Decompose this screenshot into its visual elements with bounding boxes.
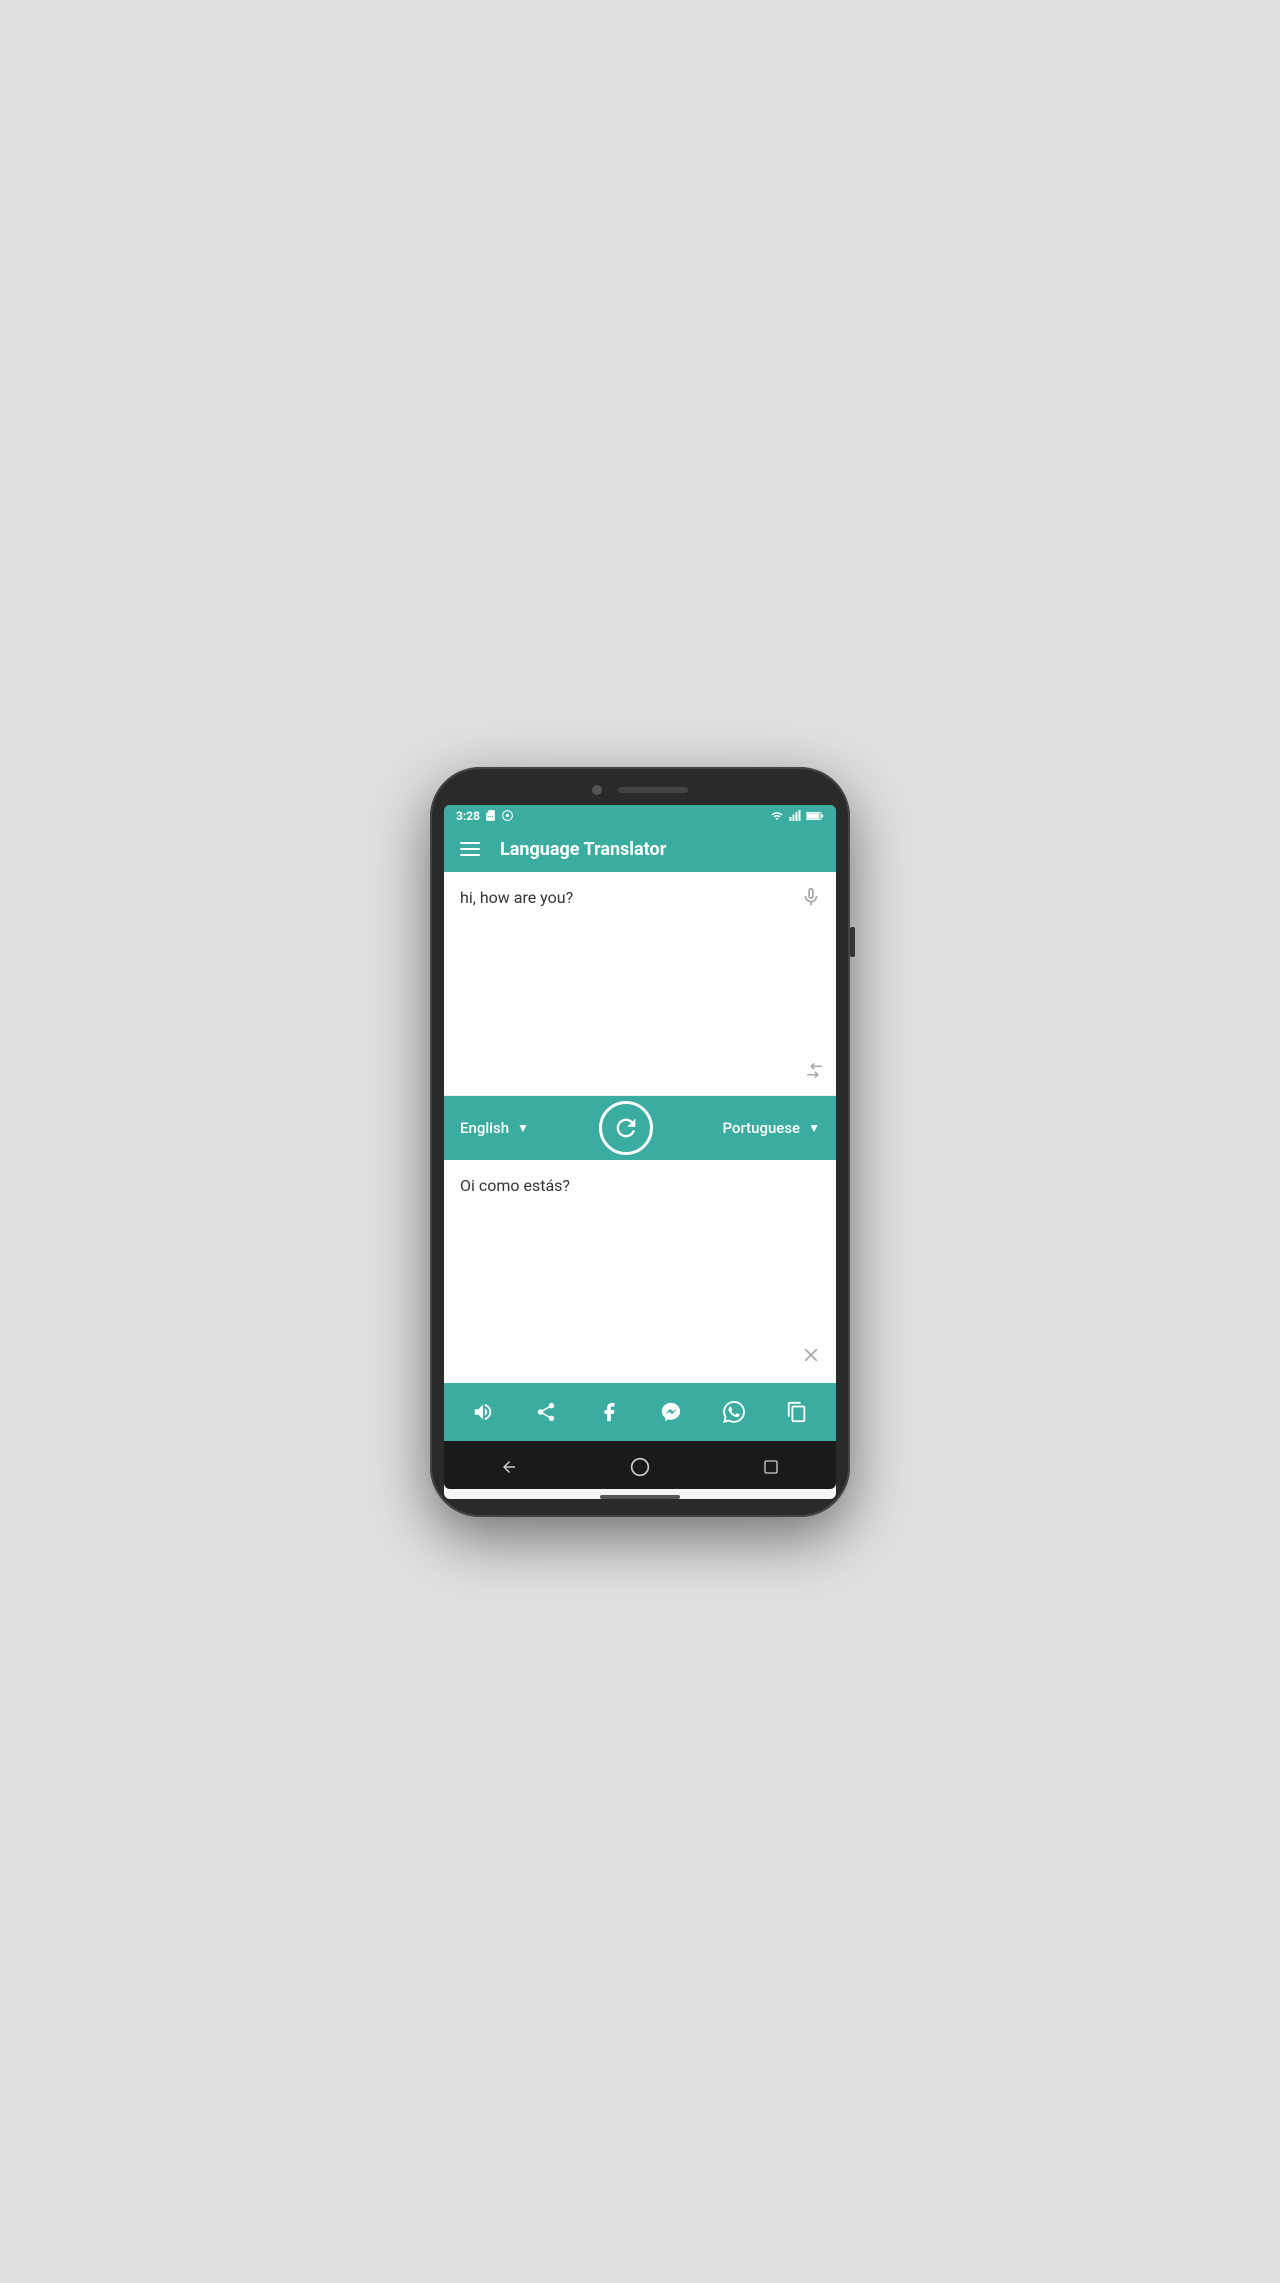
phone-frame: 3:28 [430,767,850,1517]
output-text: Oi como estás? [460,1176,820,1367]
status-bar: 3:28 [444,805,836,827]
whatsapp-button[interactable] [714,1392,754,1432]
target-language-selector[interactable]: Portuguese ▼ [722,1119,820,1137]
share-button[interactable] [526,1392,566,1432]
nav-bar [444,1441,836,1489]
app-bar: Language Translator [444,827,836,872]
battery-icon [806,810,824,822]
source-language-label: English [460,1119,509,1137]
recent-apps-button[interactable] [755,1451,787,1483]
source-language-dropdown-arrow: ▼ [517,1121,529,1135]
camera-dot [592,785,602,795]
target-language-label: Portuguese [722,1119,800,1137]
hamburger-line-2 [460,848,480,850]
copy-button[interactable] [777,1392,817,1432]
messenger-button[interactable] [651,1392,691,1432]
target-language-dropdown-arrow: ▼ [808,1121,820,1135]
phone-screen: 3:28 [444,805,836,1499]
language-bar: English ▼ Portuguese ▼ [444,1096,836,1160]
input-text: hi, how are you? [460,888,820,1079]
swap-languages-button[interactable] [599,1101,653,1155]
input-area[interactable]: hi, how are you? [444,872,836,1096]
hamburger-line-3 [460,854,480,856]
sd-card-icon [484,809,497,822]
app-title: Language Translator [500,839,666,860]
swap-vertical-icon[interactable] [800,1060,825,1080]
refresh-icon [612,1114,640,1142]
location-icon [501,809,514,822]
status-time: 3:28 [456,809,480,823]
hamburger-menu-button[interactable] [460,842,480,856]
speak-button[interactable] [463,1392,503,1432]
speaker-grille [618,787,688,793]
source-language-selector[interactable]: English ▼ [460,1119,529,1137]
phone-top-bar [444,785,836,805]
home-indicator [600,1495,680,1499]
facebook-button[interactable] [589,1392,629,1432]
status-right [770,810,824,822]
output-area: Oi como estás? [444,1160,836,1383]
signal-icon [788,810,802,822]
microphone-icon[interactable] [800,886,822,914]
volume-button[interactable] [850,927,855,957]
hamburger-line-1 [460,842,480,844]
home-button[interactable] [624,1451,656,1483]
back-button[interactable] [493,1451,525,1483]
wifi-icon [770,810,784,822]
clear-output-button[interactable] [800,1344,822,1371]
action-bar [444,1383,836,1441]
status-left: 3:28 [456,809,514,823]
